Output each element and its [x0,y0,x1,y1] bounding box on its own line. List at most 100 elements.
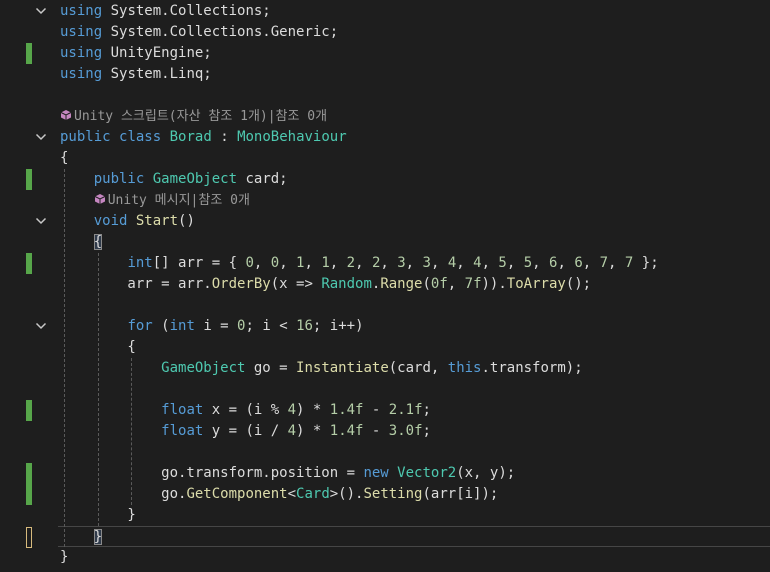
code-line[interactable]: int[] arr = { 0, 0, 1, 1, 2, 2, 3, 3, 4,… [0,253,770,274]
code-token: 7 [599,255,609,271]
code-token: .transform); [481,360,583,376]
code-token: MonoBehaviour [237,129,347,145]
code-token: , [456,255,474,271]
code-token: , [355,255,372,271]
code-editor[interactable]: using System.Collections; using System.Co… [0,0,770,572]
code-token: Card [296,486,330,502]
code-line[interactable]: float x = (i % 4) * 1.4f - 2.1f; [0,400,770,421]
code-line[interactable]: { [0,148,770,169]
code-token: int [127,255,153,271]
code-token: } [60,549,69,565]
code-token: OrderBy [211,276,271,292]
chevron-down-icon[interactable] [33,3,49,19]
code-line[interactable]: void Start() [0,211,770,232]
code-line[interactable]: public GameObject card; [0,169,770,190]
code-line[interactable]: using System.Collections; [0,1,770,22]
code-token: i = [194,318,238,334]
code-token: 7f [464,276,482,292]
code-token: float [161,402,204,418]
code-token: , [481,255,499,271]
code-token: , [582,255,600,271]
code-line[interactable]: for (int i = 0; i < 16; i++) [0,316,770,337]
code-token: int [169,318,195,334]
code-line[interactable]: { [0,232,770,253]
code-token: ( [422,276,431,292]
code-token: ) * [296,423,330,439]
code-token: , [557,255,575,271]
code-text: public GameObject card; [60,169,288,190]
code-token: float [161,423,204,439]
code-token: 1.4f [329,423,364,439]
code-token: ; i++) [312,318,364,334]
change-indicator-saved [26,400,32,421]
code-line[interactable]: } [26,526,770,548]
code-token: [] arr = { [152,255,246,271]
code-token: 0 [245,255,254,271]
code-token: using [60,45,103,61]
code-token: 2 [346,255,356,271]
code-token: UnityEngine; [102,45,212,61]
indent-guide [64,169,65,547]
code-text: using UnityEngine; [60,43,212,64]
code-text: using System.Linq; [60,64,212,85]
code-token: , [253,255,271,271]
code-text: go.transform.position = new Vector2(x, y… [60,463,515,484]
code-line[interactable]: using System.Collections.Generic; [0,22,770,43]
code-token: for [127,318,153,334]
code-line[interactable]: using System.Linq; [0,64,770,85]
indent-guide [97,253,99,526]
codelens-text[interactable]: Unity 메시지|참조 0개 [108,193,250,208]
code-token: 6 [574,255,583,271]
chevron-down-icon[interactable] [33,213,49,229]
code-token: this [447,360,482,376]
code-line[interactable] [0,85,770,106]
code-text: } [60,547,68,568]
code-line[interactable] [0,295,770,316]
code-line[interactable]: Unity 스크립트(자산 참조 1개)|참조 0개 [0,106,770,127]
code-text: { [60,148,68,169]
code-line[interactable]: using UnityEngine; [0,43,770,64]
code-token: , [506,255,524,271]
code-text: public class Borad : MonoBehaviour [60,127,347,148]
chevron-down-icon[interactable] [33,318,49,334]
code-token: public [60,129,111,145]
code-token: ( [152,318,170,334]
code-token: 4 [473,255,482,271]
code-line[interactable] [0,379,770,400]
code-line[interactable]: go.GetComponent<Card>().Setting(arr[i]); [0,484,770,505]
codelens-hint[interactable]: Unity 스크립트(자산 참조 1개)|참조 0개 [60,106,327,127]
code-token: , [405,255,423,271]
code-token: class [119,129,162,145]
code-token: 1.4f [329,402,364,418]
code-line[interactable]: Unity 메시지|참조 0개 [0,190,770,211]
code-line[interactable]: go.transform.position = new Vector2(x, y… [0,463,770,484]
code-line[interactable]: { [0,337,770,358]
code-line[interactable]: float y = (i / 4) * 1.4f - 3.0f; [0,421,770,442]
code-token: new [363,465,389,481]
indent-guide [131,358,133,505]
code-line[interactable] [0,442,770,463]
chevron-down-icon[interactable] [33,129,49,145]
code-line[interactable]: } [0,505,770,526]
code-token: go. [60,486,187,502]
code-token: )). [481,276,507,292]
code-token: System.Collections.Generic; [102,24,339,40]
codelens-hint[interactable]: Unity 메시지|참조 0개 [60,190,250,211]
code-token: GetComponent [186,486,288,502]
code-line[interactable]: GameObject go = Instantiate(card, this.t… [0,358,770,379]
code-token: card; [237,171,288,187]
code-line[interactable]: arr = arr.OrderBy(x => Random.Range(0f, … [0,274,770,295]
code-line[interactable]: public class Borad : MonoBehaviour [0,127,770,148]
code-token: Start [135,213,179,229]
code-line[interactable]: } [0,547,770,568]
codelens-text[interactable]: Unity 스크립트(자산 참조 1개)|참조 0개 [74,109,327,124]
code-token: 5 [498,255,507,271]
code-token: using [60,24,103,40]
code-token: (arr[i]); [422,486,499,502]
